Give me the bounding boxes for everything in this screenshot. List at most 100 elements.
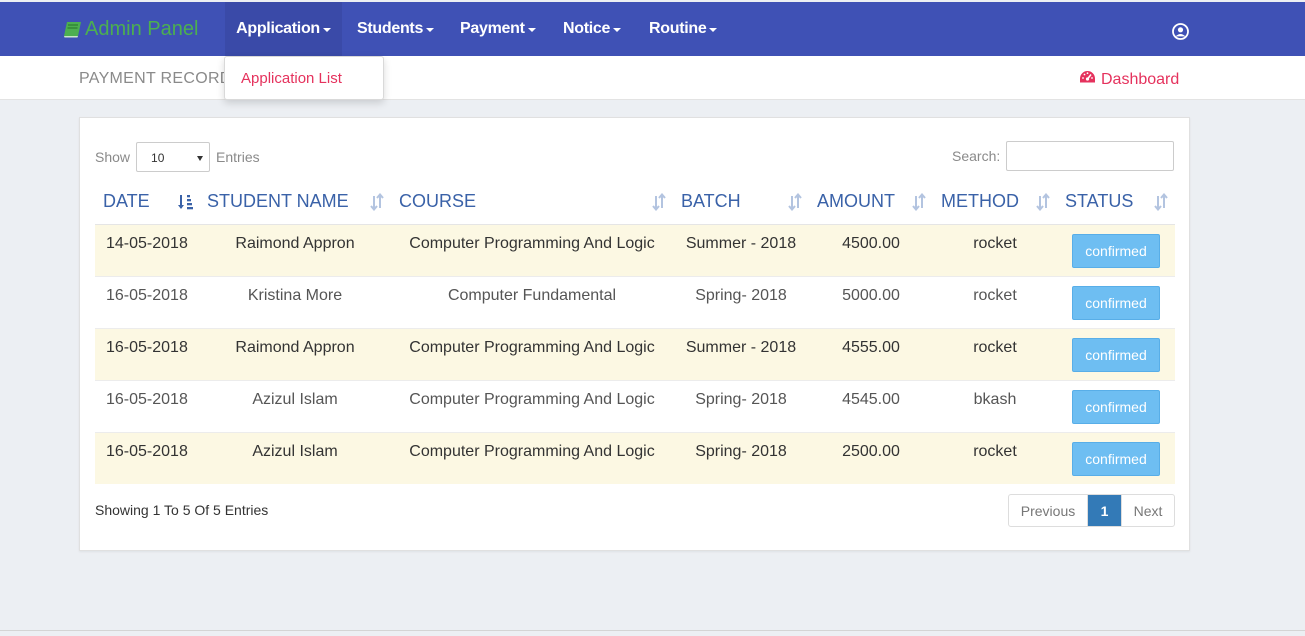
show-label: Show (95, 149, 131, 165)
nav-notice[interactable]: Notice (563, 2, 622, 56)
table-header-row: DATE STUDENT NAME COURSE BATCH AMOUNT ME… (95, 180, 1175, 225)
cell-course: Computer Programming And Logic (391, 327, 673, 380)
sort-icon (370, 193, 384, 211)
sort-icon (652, 193, 666, 211)
cell-method: rocket (933, 431, 1057, 484)
cell-batch: Summer - 2018 (673, 223, 809, 276)
dashboard-link[interactable]: Dashboard (1079, 70, 1179, 89)
caret-down-icon (527, 28, 536, 32)
sort-icon (1036, 193, 1050, 211)
application-dropdown-menu: Application List (224, 56, 384, 100)
cell-status: confirmed (1057, 379, 1175, 432)
payment-table: DATE STUDENT NAME COURSE BATCH AMOUNT ME… (95, 180, 1175, 484)
cell-batch: Spring- 2018 (673, 275, 809, 328)
page-title: PAYMENT RECORD (79, 70, 232, 87)
page-length-control: Show 10 Entries (95, 142, 260, 172)
nav-payment[interactable]: Payment (460, 2, 536, 56)
header-status-label: STATUS (1065, 191, 1134, 212)
cell-amount: 4555.00 (809, 327, 933, 380)
header-amount[interactable]: AMOUNT (809, 180, 933, 225)
table-row: 16-05-2018 Azizul Islam Computer Program… (95, 379, 1175, 432)
footer-divider (0, 630, 1305, 631)
cell-batch: Summer - 2018 (673, 327, 809, 380)
header-amount-label: AMOUNT (817, 191, 895, 212)
table-row: 14-05-2018 Raimond Appron Computer Progr… (95, 223, 1175, 276)
header-status[interactable]: STATUS (1057, 180, 1175, 225)
sort-icon (1154, 193, 1168, 211)
header-course[interactable]: COURSE (391, 180, 673, 225)
cell-student-name: Raimond Appron (199, 223, 391, 276)
cell-date: 16-05-2018 (95, 379, 199, 432)
entries-label: Entries (216, 149, 260, 165)
nav-payment-label: Payment (460, 20, 525, 37)
header-date[interactable]: DATE (95, 180, 199, 225)
header-student-name-label: STUDENT NAME (207, 191, 349, 212)
cell-course: Computer Programming And Logic (391, 379, 673, 432)
cell-batch: Spring- 2018 (673, 379, 809, 432)
user-circle-icon[interactable] (1172, 23, 1189, 40)
cell-student-name: Azizul Islam (199, 431, 391, 484)
caret-down-icon (613, 28, 622, 32)
nav-application-label: Application (236, 20, 320, 37)
table-row: 16-05-2018 Raimond Appron Computer Progr… (95, 327, 1175, 380)
select-arrow-icon (197, 156, 204, 161)
brand-logo[interactable]: Admin Panel (63, 16, 198, 42)
pagination-page-current[interactable]: 1 (1088, 495, 1121, 526)
cell-course: Computer Programming And Logic (391, 431, 673, 484)
search-control: Search: (952, 141, 1175, 171)
dashboard-link-label: Dashboard (1101, 70, 1180, 88)
status-button[interactable]: confirmed (1072, 285, 1160, 320)
cell-amount: 5000.00 (809, 275, 933, 328)
cell-status: confirmed (1057, 431, 1175, 484)
header-batch[interactable]: BATCH (673, 180, 809, 225)
cell-date: 16-05-2018 (95, 327, 199, 380)
sort-icon (912, 193, 926, 211)
nav-application[interactable]: Application (225, 2, 342, 56)
cell-student-name: Kristina More (199, 275, 391, 328)
cell-student-name: Azizul Islam (199, 379, 391, 432)
page-header: PAYMENT RECORD Dashboard (0, 56, 1305, 100)
payment-records-panel: Show 10 Entries Search: DATE STUDENT NAM… (79, 117, 1190, 551)
dashboard-gauge-icon (1079, 70, 1096, 89)
header-batch-label: BATCH (681, 191, 741, 212)
cell-course: Computer Fundamental (391, 275, 673, 328)
header-date-label: DATE (103, 191, 150, 212)
status-button[interactable]: confirmed (1072, 337, 1160, 372)
page-length-value: 10 (151, 151, 165, 165)
nav-students-label: Students (357, 20, 424, 37)
dropdown-item-application-list[interactable]: Application List (241, 70, 342, 87)
pagination-next[interactable]: Next (1121, 495, 1174, 526)
table-row: 16-05-2018 Azizul Islam Computer Program… (95, 431, 1175, 484)
header-method[interactable]: METHOD (933, 180, 1057, 225)
header-method-label: METHOD (941, 191, 1019, 212)
status-button[interactable]: confirmed (1072, 441, 1160, 476)
cell-student-name: Raimond Appron (199, 327, 391, 380)
sort-ascending-icon (178, 195, 193, 210)
status-button[interactable]: confirmed (1072, 389, 1160, 424)
header-student-name[interactable]: STUDENT NAME (199, 180, 391, 225)
status-button[interactable]: confirmed (1072, 233, 1160, 268)
cell-amount: 4500.00 (809, 223, 933, 276)
brand-name: Admin Panel (85, 17, 199, 40)
cell-date: 14-05-2018 (95, 223, 199, 276)
cell-method: rocket (933, 275, 1057, 328)
cell-amount: 2500.00 (809, 431, 933, 484)
nav-students[interactable]: Students (357, 2, 435, 56)
nav-notice-label: Notice (563, 20, 611, 37)
cell-method: rocket (933, 223, 1057, 276)
cell-amount: 4545.00 (809, 379, 933, 432)
pagination: Previous 1 Next (1008, 494, 1175, 527)
caret-down-icon (709, 28, 718, 32)
cell-date: 16-05-2018 (95, 431, 199, 484)
table-row: 16-05-2018 Kristina More Computer Fundam… (95, 275, 1175, 328)
caret-down-icon (322, 28, 331, 32)
search-label: Search: (952, 148, 1001, 164)
page-length-select[interactable]: 10 (136, 142, 211, 172)
cell-batch: Spring- 2018 (673, 431, 809, 484)
pagination-previous[interactable]: Previous (1009, 495, 1088, 526)
header-course-label: COURSE (399, 191, 477, 212)
cell-course: Computer Programming And Logic (391, 223, 673, 276)
search-input[interactable] (1006, 141, 1175, 171)
book-icon (63, 21, 82, 38)
nav-routine[interactable]: Routine (649, 2, 718, 56)
